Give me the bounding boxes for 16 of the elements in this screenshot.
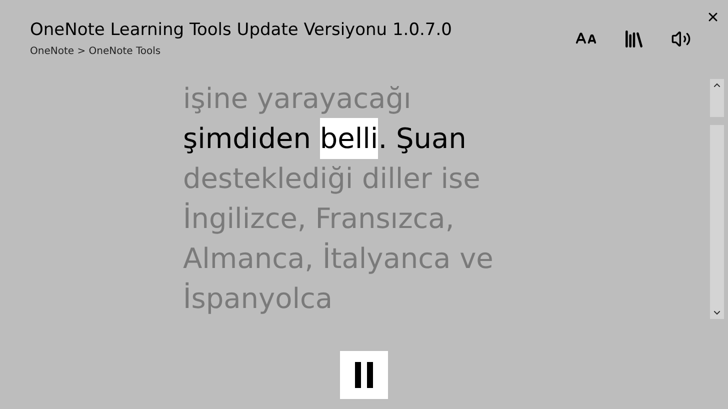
reading-line: şimdiden belli. Şuan (183, 119, 710, 159)
library-icon[interactable] (623, 28, 645, 50)
breadcrumb: OneNote > OneNote Tools (30, 45, 162, 59)
pause-button[interactable] (340, 351, 388, 399)
reading-line: İngilizce, Fransızca, (183, 201, 456, 237)
reading-line: İspanyolca (183, 281, 334, 317)
scroll-down-icon[interactable] (714, 311, 720, 315)
speaker-icon[interactable] (671, 29, 691, 49)
scroll-up-icon[interactable] (714, 83, 720, 87)
close-button[interactable] (706, 10, 720, 24)
window-title: OneNote Learning Tools Update Versiyonu 1.0.7.0 (30, 19, 452, 42)
reading-line: işine yarayacağı (183, 81, 412, 117)
scrollbar[interactable] (710, 79, 724, 319)
reading-line: desteklediği diller ise (183, 161, 482, 197)
pause-icon (354, 362, 374, 388)
reading-line: Almanca, İtalyanca ve (183, 241, 494, 277)
